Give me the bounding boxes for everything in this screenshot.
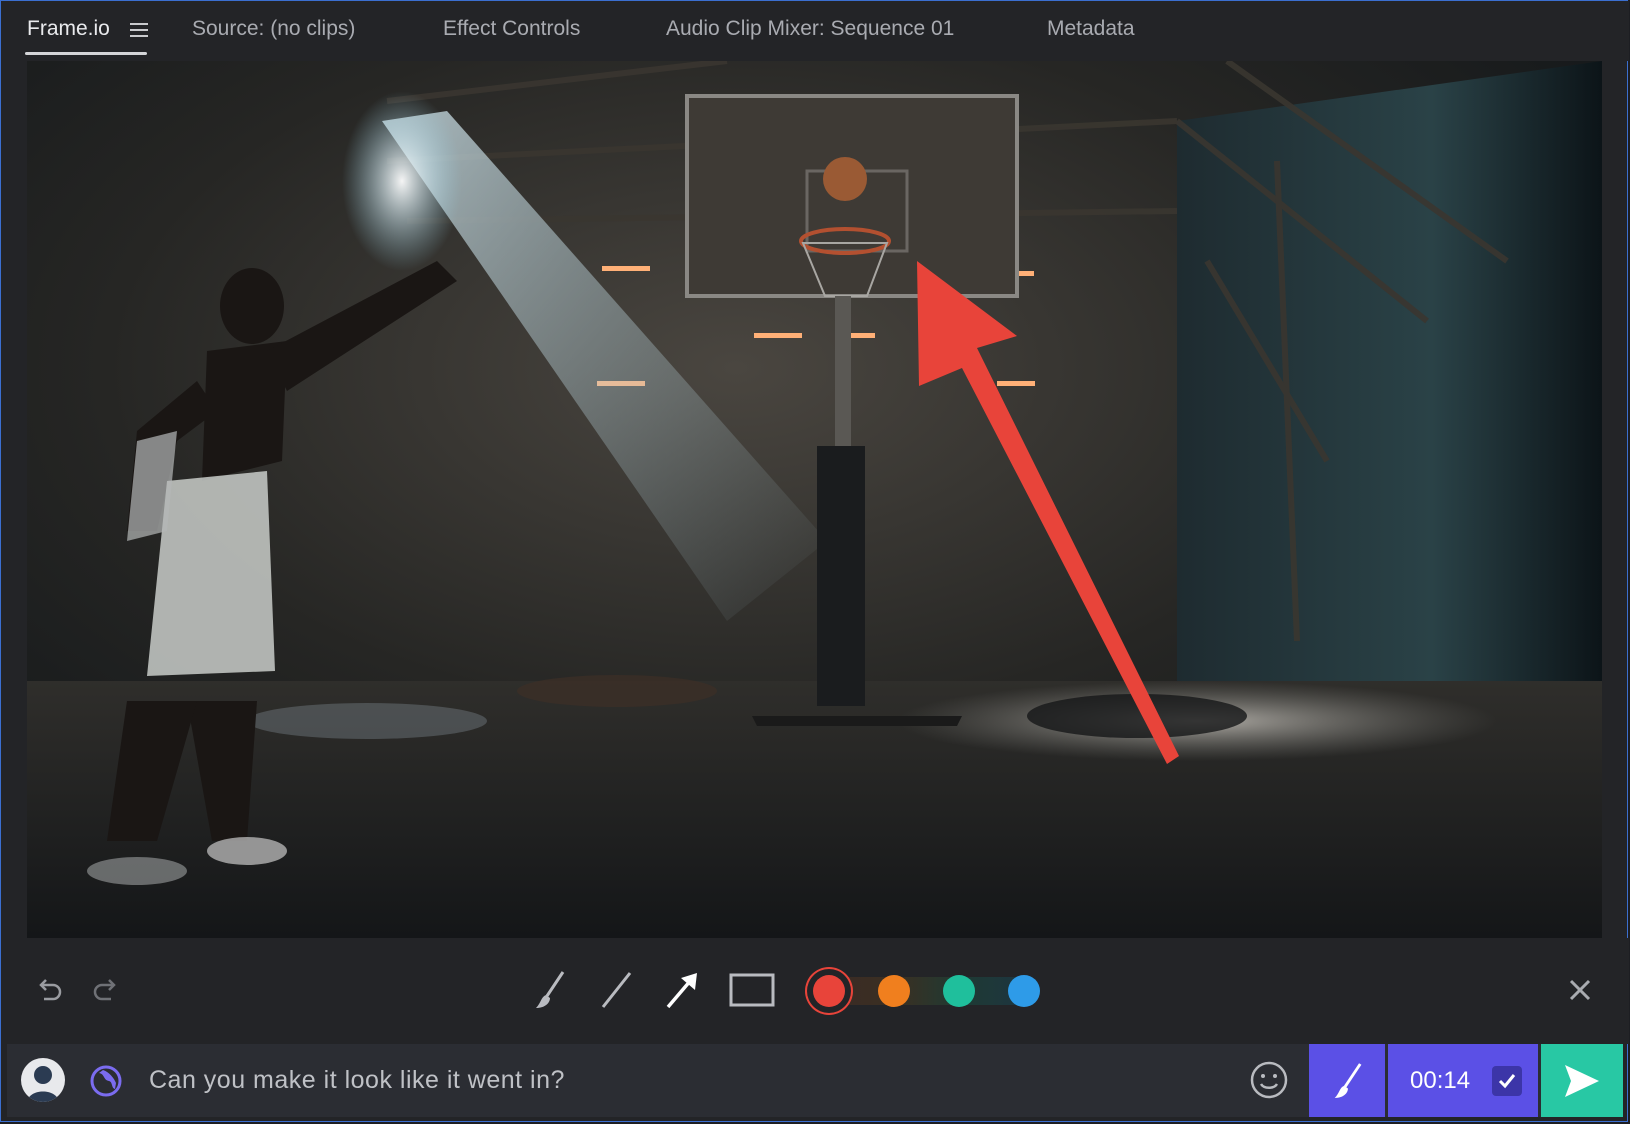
send-icon [1565,1064,1599,1097]
tab-metadata[interactable]: Metadata [1047,17,1135,41]
annotation-toolbar [1,938,1629,1044]
checkbox-checked-icon[interactable] [1492,1066,1522,1096]
color-swatch[interactable] [1008,975,1040,1007]
video-frame-image [27,61,1602,938]
tab-audio-clip-mixer[interactable]: Audio Clip Mixer: Sequence 01 [666,17,954,41]
arrow-icon[interactable] [661,968,701,1012]
line-icon[interactable] [596,968,636,1012]
comment-composer: Can you make it look like it went in? 00… [7,1044,1623,1117]
redo-icon[interactable] [88,972,124,1008]
avatar [21,1058,65,1102]
emoji-icon[interactable] [1249,1060,1289,1100]
undo-icon[interactable] [31,972,67,1008]
frameio-panel: Frame.io Source: (no clips) Effect Contr… [0,0,1629,1122]
brush-icon[interactable] [529,968,569,1012]
timestamp-label: 00:14 [1410,1067,1471,1094]
timestamp-toggle-button[interactable]: 00:14 [1388,1044,1538,1117]
color-swatch[interactable] [878,975,910,1007]
draw-toggle-button[interactable] [1309,1044,1385,1117]
send-button[interactable] [1541,1044,1623,1117]
panel-tab-bar: Frame.io Source: (no clips) Effect Contr… [1,1,1629,61]
tab-effect-controls[interactable]: Effect Controls [443,17,580,41]
panel-menu-icon[interactable] [130,23,148,37]
color-swatch[interactable] [813,975,845,1007]
comment-input[interactable]: Can you make it look like it went in? [149,1066,565,1095]
rectangle-icon[interactable] [728,970,776,1010]
video-frame-viewer[interactable] [27,61,1602,938]
close-icon[interactable] [1564,974,1596,1006]
tab-frameio[interactable]: Frame.io [27,17,110,41]
active-tab-indicator [25,52,147,55]
brush-icon [1334,1062,1362,1098]
visibility-globe-icon[interactable] [89,1064,123,1098]
tab-source[interactable]: Source: (no clips) [192,17,355,41]
color-swatch[interactable] [943,975,975,1007]
